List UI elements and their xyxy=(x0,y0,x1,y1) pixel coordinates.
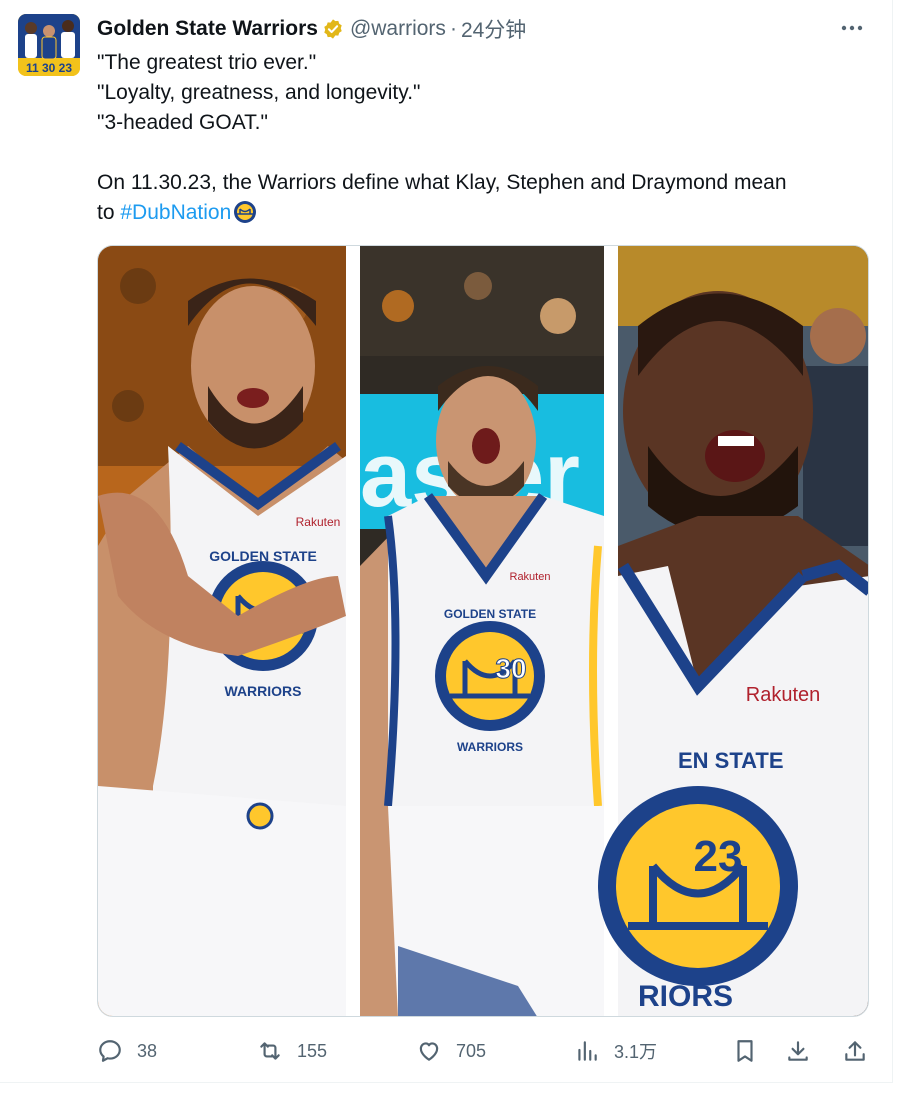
reply-button[interactable]: 38 xyxy=(97,1033,157,1069)
jersey-sponsor: Rakuten xyxy=(746,684,821,706)
jersey-wordmark-top: GOLDEN STATE xyxy=(209,548,317,564)
jersey-sponsor: Rakuten xyxy=(296,515,341,529)
reply-count: 38 xyxy=(137,1040,158,1061)
jersey-wordmark-top: EN STATE xyxy=(678,748,784,773)
analytics-icon xyxy=(578,1041,597,1061)
verified-badge-icon[interactable] xyxy=(322,18,344,40)
retweet-icon xyxy=(260,1042,280,1060)
jersey-number: 30 xyxy=(495,653,526,684)
separator-dot: · xyxy=(449,17,457,40)
media-panel-draymond: 23 EN STATE RIORS Rakuten xyxy=(598,246,868,1016)
display-name[interactable]: Golden State Warriors xyxy=(97,17,318,41)
tweet-text-line: On 11.30.23, the Warriors define what Kl… xyxy=(97,171,787,194)
tweet-actions: 38 155 705 3.1万 xyxy=(97,1033,869,1069)
tweet-text-line: "3-headed GOAT." xyxy=(97,111,268,134)
jersey-number: 23 xyxy=(694,832,743,881)
media-panel-stephen: aster 30 GOLDEN STATE WARRIORS Rakuten xyxy=(360,246,604,1016)
retweet-button[interactable]: 155 xyxy=(257,1033,327,1069)
jersey-wordmark-bottom: RIORS xyxy=(638,980,733,1013)
reply-icon xyxy=(99,1040,121,1062)
share-button[interactable] xyxy=(842,1033,868,1069)
media-panel-klay: GOLDEN STATE WARRIORS Rakuten xyxy=(98,246,346,1016)
bookmark-icon xyxy=(737,1040,753,1062)
tweet-text-line-last: to #DubNation xyxy=(97,198,877,228)
tweet-text: "The greatest trio ever." "Loyalty, grea… xyxy=(97,48,877,228)
like-button[interactable]: 705 xyxy=(416,1033,486,1069)
warriors-logo-emoji-icon xyxy=(233,200,257,224)
views-count: 3.1万 xyxy=(614,1042,658,1062)
tweet-text-line: "Loyalty, greatness, and longevity." xyxy=(97,81,421,104)
more-dots-icon xyxy=(841,25,863,31)
avatar[interactable]: 11 30 23 xyxy=(18,14,80,76)
avatar-date-text: 11 30 23 xyxy=(26,61,72,75)
jersey-wordmark-bottom: WARRIORS xyxy=(225,683,302,699)
more-options-button[interactable] xyxy=(840,14,864,42)
like-count: 705 xyxy=(456,1040,487,1061)
tweet-text-prefix: to xyxy=(97,201,121,224)
share-icon xyxy=(845,1041,865,1061)
jersey-wordmark-top: GOLDEN STATE xyxy=(444,607,536,621)
tweet-media[interactable]: GOLDEN STATE WARRIORS Rakuten aster xyxy=(97,245,869,1017)
jersey-wordmark-bottom: WARRIORS xyxy=(457,740,523,754)
bookmark-button[interactable] xyxy=(732,1033,758,1069)
retweet-count: 155 xyxy=(297,1040,328,1061)
handle[interactable]: @warriors xyxy=(350,17,446,41)
timestamp[interactable]: 24分钟 xyxy=(461,14,526,44)
jersey-sponsor: Rakuten xyxy=(510,571,551,583)
tweet-header: Golden State Warriors @warriors · 24分钟 xyxy=(97,15,872,43)
download-icon xyxy=(788,1041,808,1061)
heart-icon xyxy=(419,1042,439,1061)
download-button[interactable] xyxy=(785,1033,811,1069)
views-button[interactable]: 3.1万 xyxy=(574,1033,657,1069)
tweet-card[interactable]: 11 30 23 Golden State Warriors @warriors… xyxy=(0,0,893,1083)
hashtag-link[interactable]: #DubNation xyxy=(120,201,231,224)
tweet-text-line: "The greatest trio ever." xyxy=(97,51,317,74)
